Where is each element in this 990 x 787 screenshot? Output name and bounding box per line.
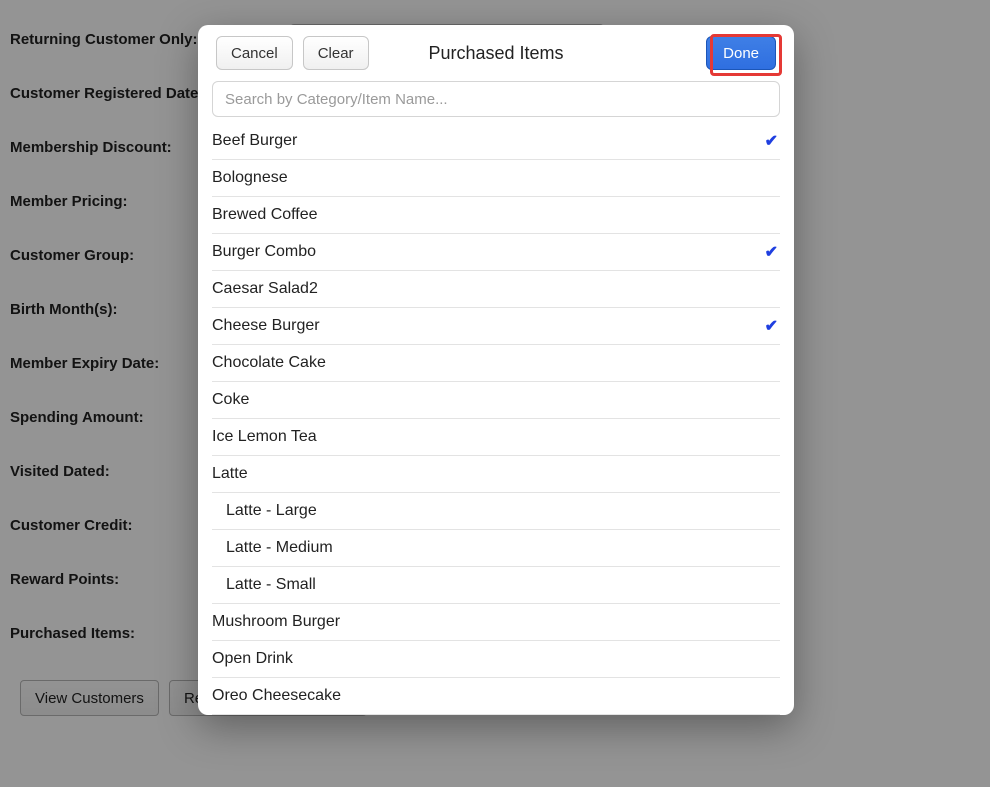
list-item-label: Oreo Cheesecake (212, 687, 341, 705)
list-item[interactable]: Oreo Cheesecake (212, 678, 780, 715)
list-item[interactable]: Coke (212, 382, 780, 419)
list-item[interactable]: Brewed Coffee (212, 197, 780, 234)
list-item[interactable]: Latte (212, 456, 780, 493)
search-wrap (198, 81, 794, 123)
list-item-label: Latte - Small (226, 576, 316, 594)
list-item[interactable]: Burger Combo ✔ (212, 234, 780, 271)
cancel-button[interactable]: Cancel (216, 36, 293, 70)
list-item-label: Ice Lemon Tea (212, 428, 317, 446)
list-item[interactable]: Latte - Medium (212, 530, 780, 567)
list-item[interactable]: Open Drink (212, 641, 780, 678)
list-item[interactable]: Mushroom Burger (212, 604, 780, 641)
list-item-label: Latte (212, 465, 248, 483)
list-item[interactable]: Caesar Salad2 (212, 271, 780, 308)
clear-button[interactable]: Clear (303, 36, 369, 70)
list-item-label: Coke (212, 391, 249, 409)
list-item-label: Caesar Salad2 (212, 280, 318, 298)
check-icon: ✔ (765, 242, 778, 262)
list-item[interactable]: Chocolate Cake (212, 345, 780, 382)
check-icon: ✔ (765, 131, 778, 151)
list-item[interactable]: Beef Burger ✔ (212, 123, 780, 160)
list-item-label: Beef Burger (212, 132, 297, 150)
done-button[interactable]: Done (706, 36, 776, 70)
list-item[interactable]: Latte - Small (212, 567, 780, 604)
list-item[interactable]: Ice Lemon Tea (212, 419, 780, 456)
search-input[interactable] (212, 81, 780, 117)
list-item-label: Burger Combo (212, 243, 316, 261)
list-item-label: Bolognese (212, 169, 288, 187)
check-icon: ✔ (765, 316, 778, 336)
modal-header: Cancel Clear Purchased Items Done (198, 25, 794, 81)
list-item-label: Latte - Large (226, 502, 317, 520)
list-item[interactable]: Latte - Large (212, 493, 780, 530)
item-list[interactable]: Beef Burger ✔ Bolognese Brewed Coffee Burger… (198, 123, 794, 715)
list-item-label: Brewed Coffee (212, 206, 318, 224)
list-item-label: Cheese Burger (212, 317, 320, 335)
purchased-items-modal: Cancel Clear Purchased Items Done Beef B… (198, 25, 794, 715)
list-item[interactable]: Cheese Burger ✔ (212, 308, 780, 345)
list-item[interactable]: Bolognese (212, 160, 780, 197)
list-item-label: Open Drink (212, 650, 293, 668)
list-item-label: Mushroom Burger (212, 613, 340, 631)
list-item-label: Chocolate Cake (212, 354, 326, 372)
list-item-label: Latte - Medium (226, 539, 333, 557)
